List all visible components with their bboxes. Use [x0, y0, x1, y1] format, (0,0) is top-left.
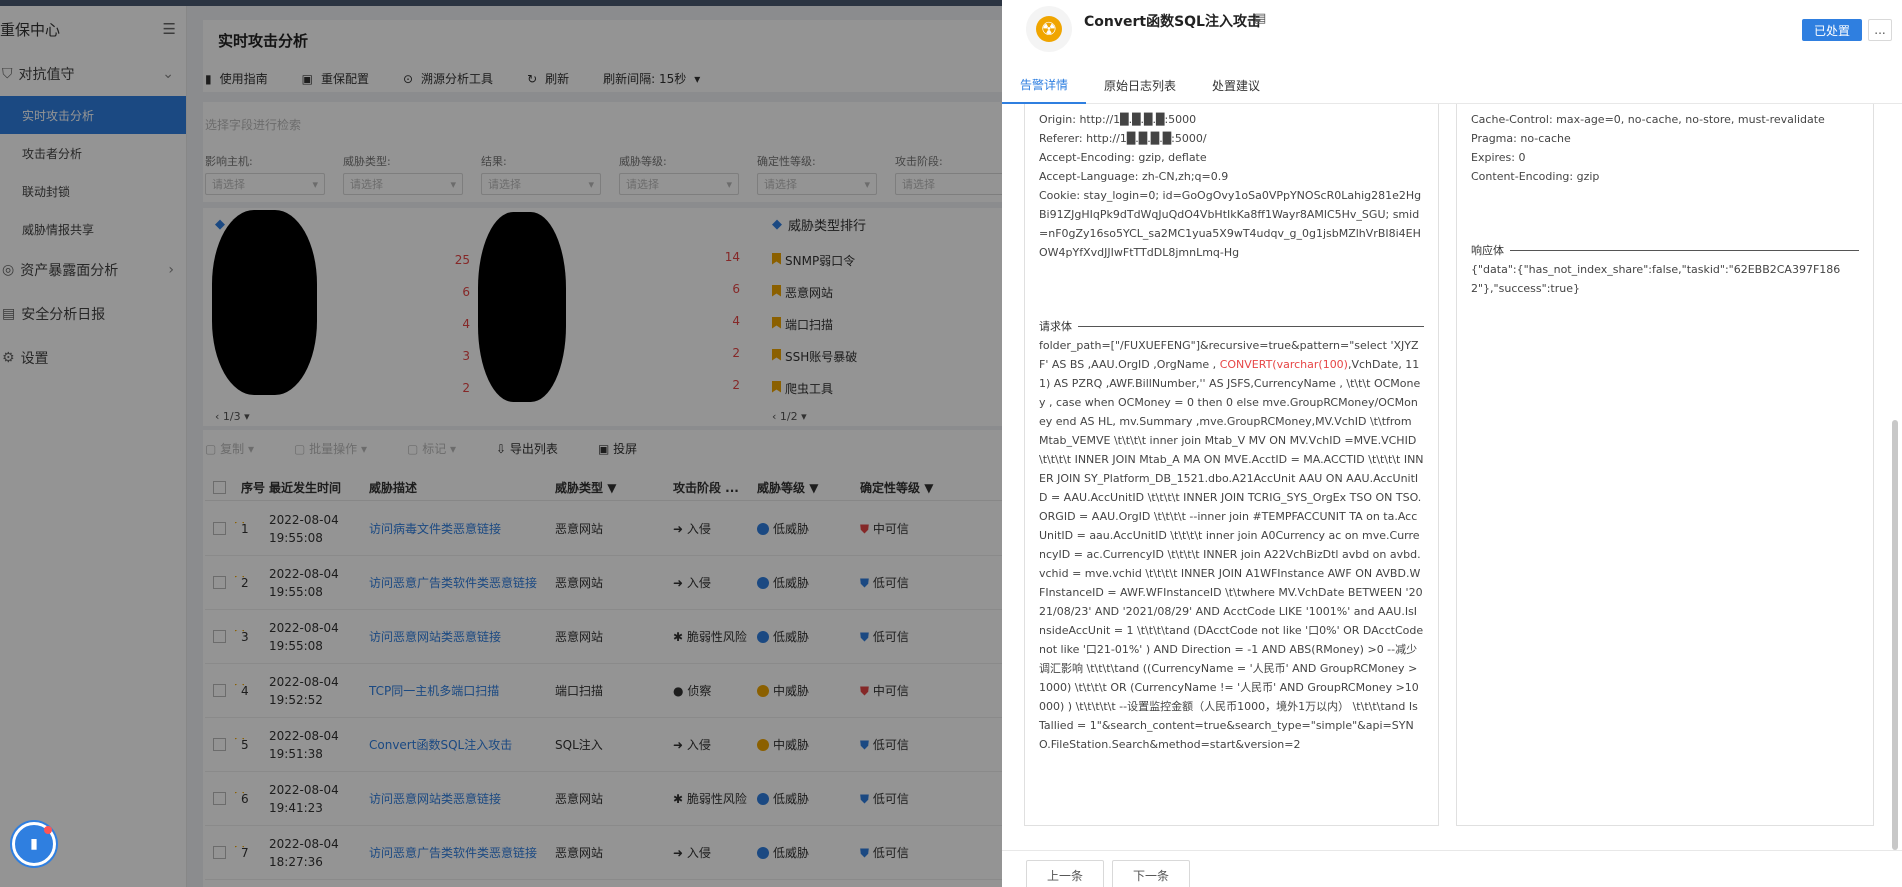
request-header-line: Accept-Language: zh-CN,zh;q=0.9: [1039, 170, 1229, 183]
tab-alert-detail[interactable]: 告警详情: [1002, 66, 1087, 104]
threat-logo: ☢: [1026, 6, 1072, 52]
assistant-button[interactable]: ▮: [12, 822, 56, 866]
response-header-line: Expires: 0: [1471, 151, 1526, 164]
response-body-section: 响应体: [1471, 242, 1859, 258]
request-body-section: 请求体: [1039, 318, 1424, 334]
handled-button[interactable]: 已处置: [1802, 19, 1862, 41]
response-body-label: 响应体: [1471, 244, 1504, 257]
response-panel: Cache-Control: max-age=0, no-cache, no-s…: [1456, 104, 1874, 826]
drawer-title: Convert函数SQL注入攻击: [1084, 14, 1261, 30]
request-body-text: ,VchDate, 111) AS PZRQ ,AWF.BillNumber,'…: [1039, 358, 1424, 751]
request-header-line: Referer: http://1█.█.█.█:5000/: [1039, 132, 1207, 145]
redaction-block: [212, 210, 317, 395]
drawer-header: ☢ Convert函数SQL注入攻击 ▤ 已处置 ...: [1002, 0, 1902, 64]
response-header-line: Content-Encoding: gzip: [1471, 170, 1600, 183]
app-root: 重保中心 ☰ ⛉ 对抗值守 ⌄ 实时攻击分析 攻击者分析 联动封锁 威胁情报共享…: [0, 0, 1902, 887]
copy-icon[interactable]: ▤: [1254, 11, 1266, 26]
tab-advice[interactable]: 处置建议: [1194, 66, 1278, 104]
request-body-label: 请求体: [1039, 320, 1072, 333]
prev-button[interactable]: 上一条: [1026, 860, 1104, 887]
response-header-line: Cache-Control: max-age=0, no-cache, no-s…: [1471, 113, 1825, 126]
tab-raw-logs[interactable]: 原始日志列表: [1086, 66, 1194, 104]
notification-dot: [44, 826, 52, 834]
next-button[interactable]: 下一条: [1112, 860, 1190, 887]
drawer-tabs: 告警详情 原始日志列表 处置建议: [1002, 66, 1902, 104]
modal-overlay[interactable]: [0, 0, 1002, 887]
request-header-line: Cookie: stay_login=0; id=GoOgOvy1oSa0VPp…: [1039, 189, 1422, 259]
request-header-line: Origin: http://1█.█.█.█:5000: [1039, 113, 1197, 126]
request-panel: Origin: http://1█.█.█.█:5000 Referer: ht…: [1024, 104, 1439, 826]
redaction-block: [478, 212, 566, 402]
drawer-scrollbar[interactable]: [1892, 420, 1898, 850]
request-body-highlight: CONVERT(varchar(100): [1219, 358, 1348, 371]
response-body: {"data":{"has_not_index_share":false,"ta…: [1471, 263, 1841, 295]
radiation-icon: ☢: [1036, 16, 1062, 42]
request-body: folder_path=["/FUXUEFENG"]&recursive=tru…: [1039, 336, 1424, 754]
request-header-line: Accept-Encoding: gzip, deflate: [1039, 151, 1207, 164]
bookmark-icon: ▮: [30, 836, 38, 852]
detail-drawer: ☢ Convert函数SQL注入攻击 ▤ 已处置 ... 告警详情 原始日志列表…: [1002, 0, 1902, 887]
more-button[interactable]: ...: [1868, 19, 1892, 41]
response-header-line: Pragma: no-cache: [1471, 132, 1571, 145]
